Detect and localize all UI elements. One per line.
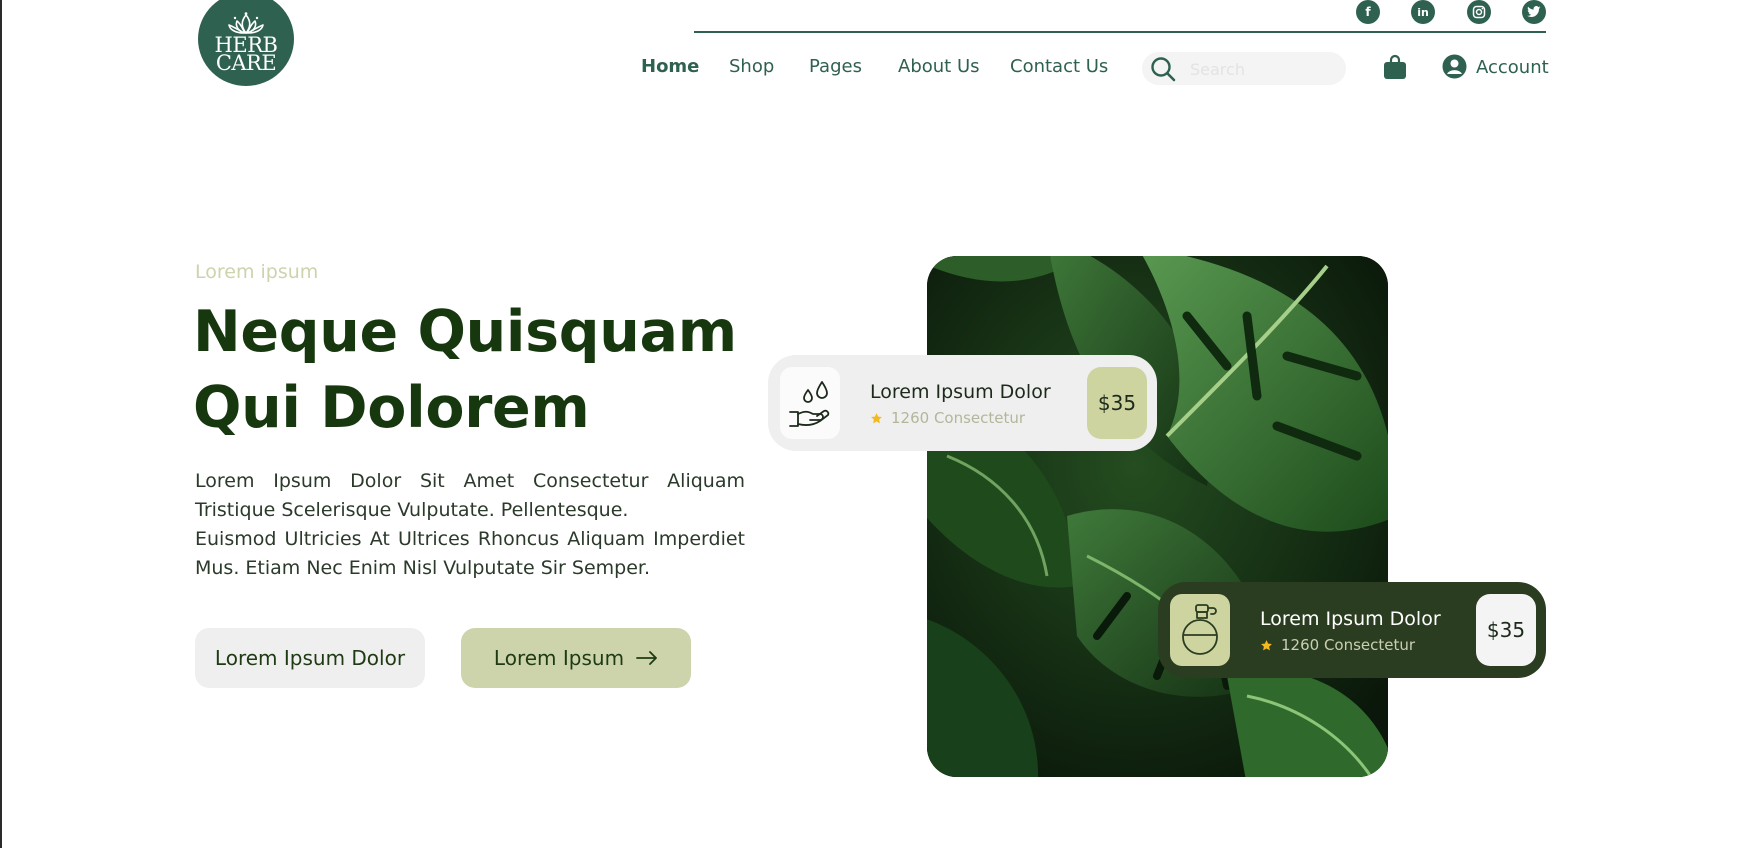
search-icon[interactable]: [1150, 56, 1176, 82]
hero-paragraph-1: Lorem Ipsum Dolor Sit Amet Consectetur A…: [195, 470, 745, 521]
product-price: $35: [1476, 594, 1536, 666]
product-rating-text: 1260 Consectetur: [891, 409, 1026, 427]
hand-water-drop-icon: [789, 381, 830, 427]
hero-eyebrow: Lorem ipsum: [195, 261, 319, 283]
instagram-icon[interactable]: [1467, 0, 1491, 24]
facebook-icon[interactable]: f: [1356, 0, 1380, 24]
header-divider: [694, 31, 1546, 33]
hero-headline: Neque Quisquam Qui Dolorem: [193, 294, 813, 446]
nav-pages[interactable]: Pages: [809, 56, 862, 80]
perfume-bottle-icon: [1182, 604, 1218, 655]
search-input[interactable]: [1190, 58, 1330, 80]
twitter-bird-glyph: [1527, 6, 1541, 18]
nav-home[interactable]: Home: [641, 56, 699, 80]
secondary-cta-button[interactable]: Lorem Ipsum: [461, 628, 691, 688]
product-rating: 1260 Consectetur: [1260, 636, 1415, 654]
product-thumbnail: [1170, 594, 1230, 666]
brand-name-line-2: CARE: [215, 51, 277, 75]
account-link[interactable]: Account: [1476, 57, 1549, 78]
hero-plant-image: [927, 256, 1388, 777]
product-title: Lorem Ipsum Dolor: [870, 381, 1051, 403]
nav-contact-us[interactable]: Contact Us: [1010, 56, 1108, 80]
nav-shop[interactable]: Shop: [729, 56, 774, 80]
product-thumbnail: [780, 367, 840, 439]
account-icon[interactable]: [1442, 54, 1467, 79]
instagram-glyph: [1472, 5, 1486, 19]
twitter-icon[interactable]: [1522, 0, 1546, 24]
product-price: $35: [1087, 367, 1147, 439]
star-icon: [1261, 639, 1272, 650]
hero-headline-line-2: Qui Dolorem: [193, 375, 590, 441]
brand-logo[interactable]: HERB CARE: [198, 0, 294, 86]
arrow-right-icon: [636, 651, 657, 665]
nav-about-us[interactable]: About Us: [898, 56, 980, 80]
product-title: Lorem Ipsum Dolor: [1260, 608, 1441, 630]
linkedin-icon[interactable]: in: [1411, 0, 1435, 24]
search-bar[interactable]: [1142, 52, 1346, 85]
primary-cta-button[interactable]: Lorem Ipsum Dolor: [195, 628, 425, 688]
star-icon: [871, 412, 882, 423]
product-rating-text: 1260 Consectetur: [1281, 636, 1416, 654]
product-card[interactable]: Lorem Ipsum Dolor 1260 Consectetur $35: [1158, 582, 1546, 678]
shopping-bag-icon[interactable]: [1383, 54, 1407, 80]
secondary-cta-label: Lorem Ipsum: [493, 646, 625, 670]
hero-headline-line-1: Neque Quisquam: [193, 299, 737, 365]
monstera-leaves-illustration: [927, 256, 1388, 777]
hero-paragraph-2: Euismod Ultricies At Ultrices Rhoncus Al…: [195, 528, 745, 579]
primary-cta-label: Lorem Ipsum Dolor: [214, 646, 406, 670]
window-border: [0, 0, 2, 848]
product-rating: 1260 Consectetur: [870, 409, 1025, 427]
product-card[interactable]: Lorem Ipsum Dolor 1260 Consectetur $35: [768, 355, 1157, 451]
